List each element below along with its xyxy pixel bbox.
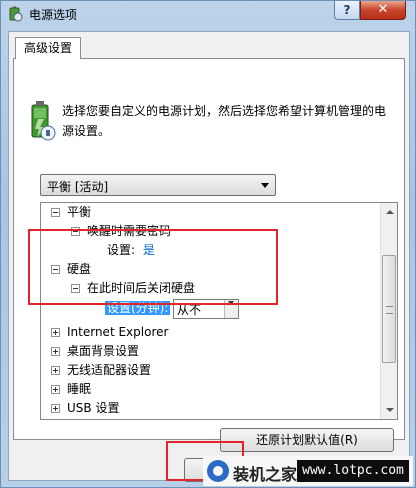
watermark-name: 装机之家 xyxy=(233,465,298,484)
plan-select-value: 平衡 [活动] xyxy=(47,180,109,194)
tree-item-label: USB 设置 xyxy=(67,401,120,415)
tree-item-wireless-adapter[interactable]: 无线适配器设置 xyxy=(49,361,151,380)
chevron-down-icon xyxy=(261,183,269,188)
expand-icon[interactable] xyxy=(51,347,60,356)
collapse-icon[interactable] xyxy=(51,208,60,217)
power-options-icon xyxy=(9,6,23,22)
expand-icon[interactable] xyxy=(51,385,60,394)
power-options-window: 电源选项 ? ✕ 高级设置 选择您要自定义的电源计划，然后选择您希望计算机管理的… xyxy=(0,0,416,488)
scrollbar-thumb[interactable] xyxy=(382,255,396,363)
tab-advanced-settings[interactable]: 高级设置 xyxy=(15,37,81,59)
tree-item-usb-settings[interactable]: USB 设置 xyxy=(49,399,119,418)
tree-item-label: 平衡 xyxy=(67,205,92,219)
watermark-url: www.lotpc.com xyxy=(297,460,409,482)
tree-item-label: 无线适配器设置 xyxy=(67,363,152,377)
annotation-box-hard-disk xyxy=(28,229,278,305)
tree-item-label: Internet Explorer xyxy=(67,325,169,339)
scroll-up-icon[interactable] xyxy=(382,204,397,220)
battery-icon xyxy=(31,101,56,141)
tree-item-sleep[interactable]: 睡眠 xyxy=(49,380,91,399)
close-button[interactable]: ✕ xyxy=(360,1,406,20)
scroll-down-icon[interactable] xyxy=(382,402,397,418)
restore-defaults-button[interactable]: 还原计划默认值(R) xyxy=(220,428,394,452)
tree-item-internet-explorer[interactable]: Internet Explorer xyxy=(49,323,168,342)
expand-icon[interactable] xyxy=(51,366,60,375)
plan-description: 选择您要自定义的电源计划，然后选择您希望计算机管理的电源设置。 xyxy=(62,104,387,138)
plan-select[interactable]: 平衡 [活动] xyxy=(40,174,276,196)
window-title: 电源选项 xyxy=(29,8,78,22)
tree-item-desktop-background[interactable]: 桌面背景设置 xyxy=(49,342,139,361)
expand-icon[interactable] xyxy=(51,328,60,337)
tree-item-label: 桌面背景设置 xyxy=(67,344,140,358)
tree-scrollbar[interactable] xyxy=(380,203,397,419)
expand-icon[interactable] xyxy=(51,404,60,413)
watermark-logo xyxy=(207,460,229,482)
tree-item-balanced[interactable]: 平衡 xyxy=(49,203,91,222)
tree-item-label: 睡眠 xyxy=(67,382,92,396)
watermark: 装机之家 www.lotpc.com xyxy=(203,456,413,486)
help-button[interactable]: ? xyxy=(334,1,360,20)
title-bar[interactable]: 电源选项 ? ✕ xyxy=(1,1,415,29)
